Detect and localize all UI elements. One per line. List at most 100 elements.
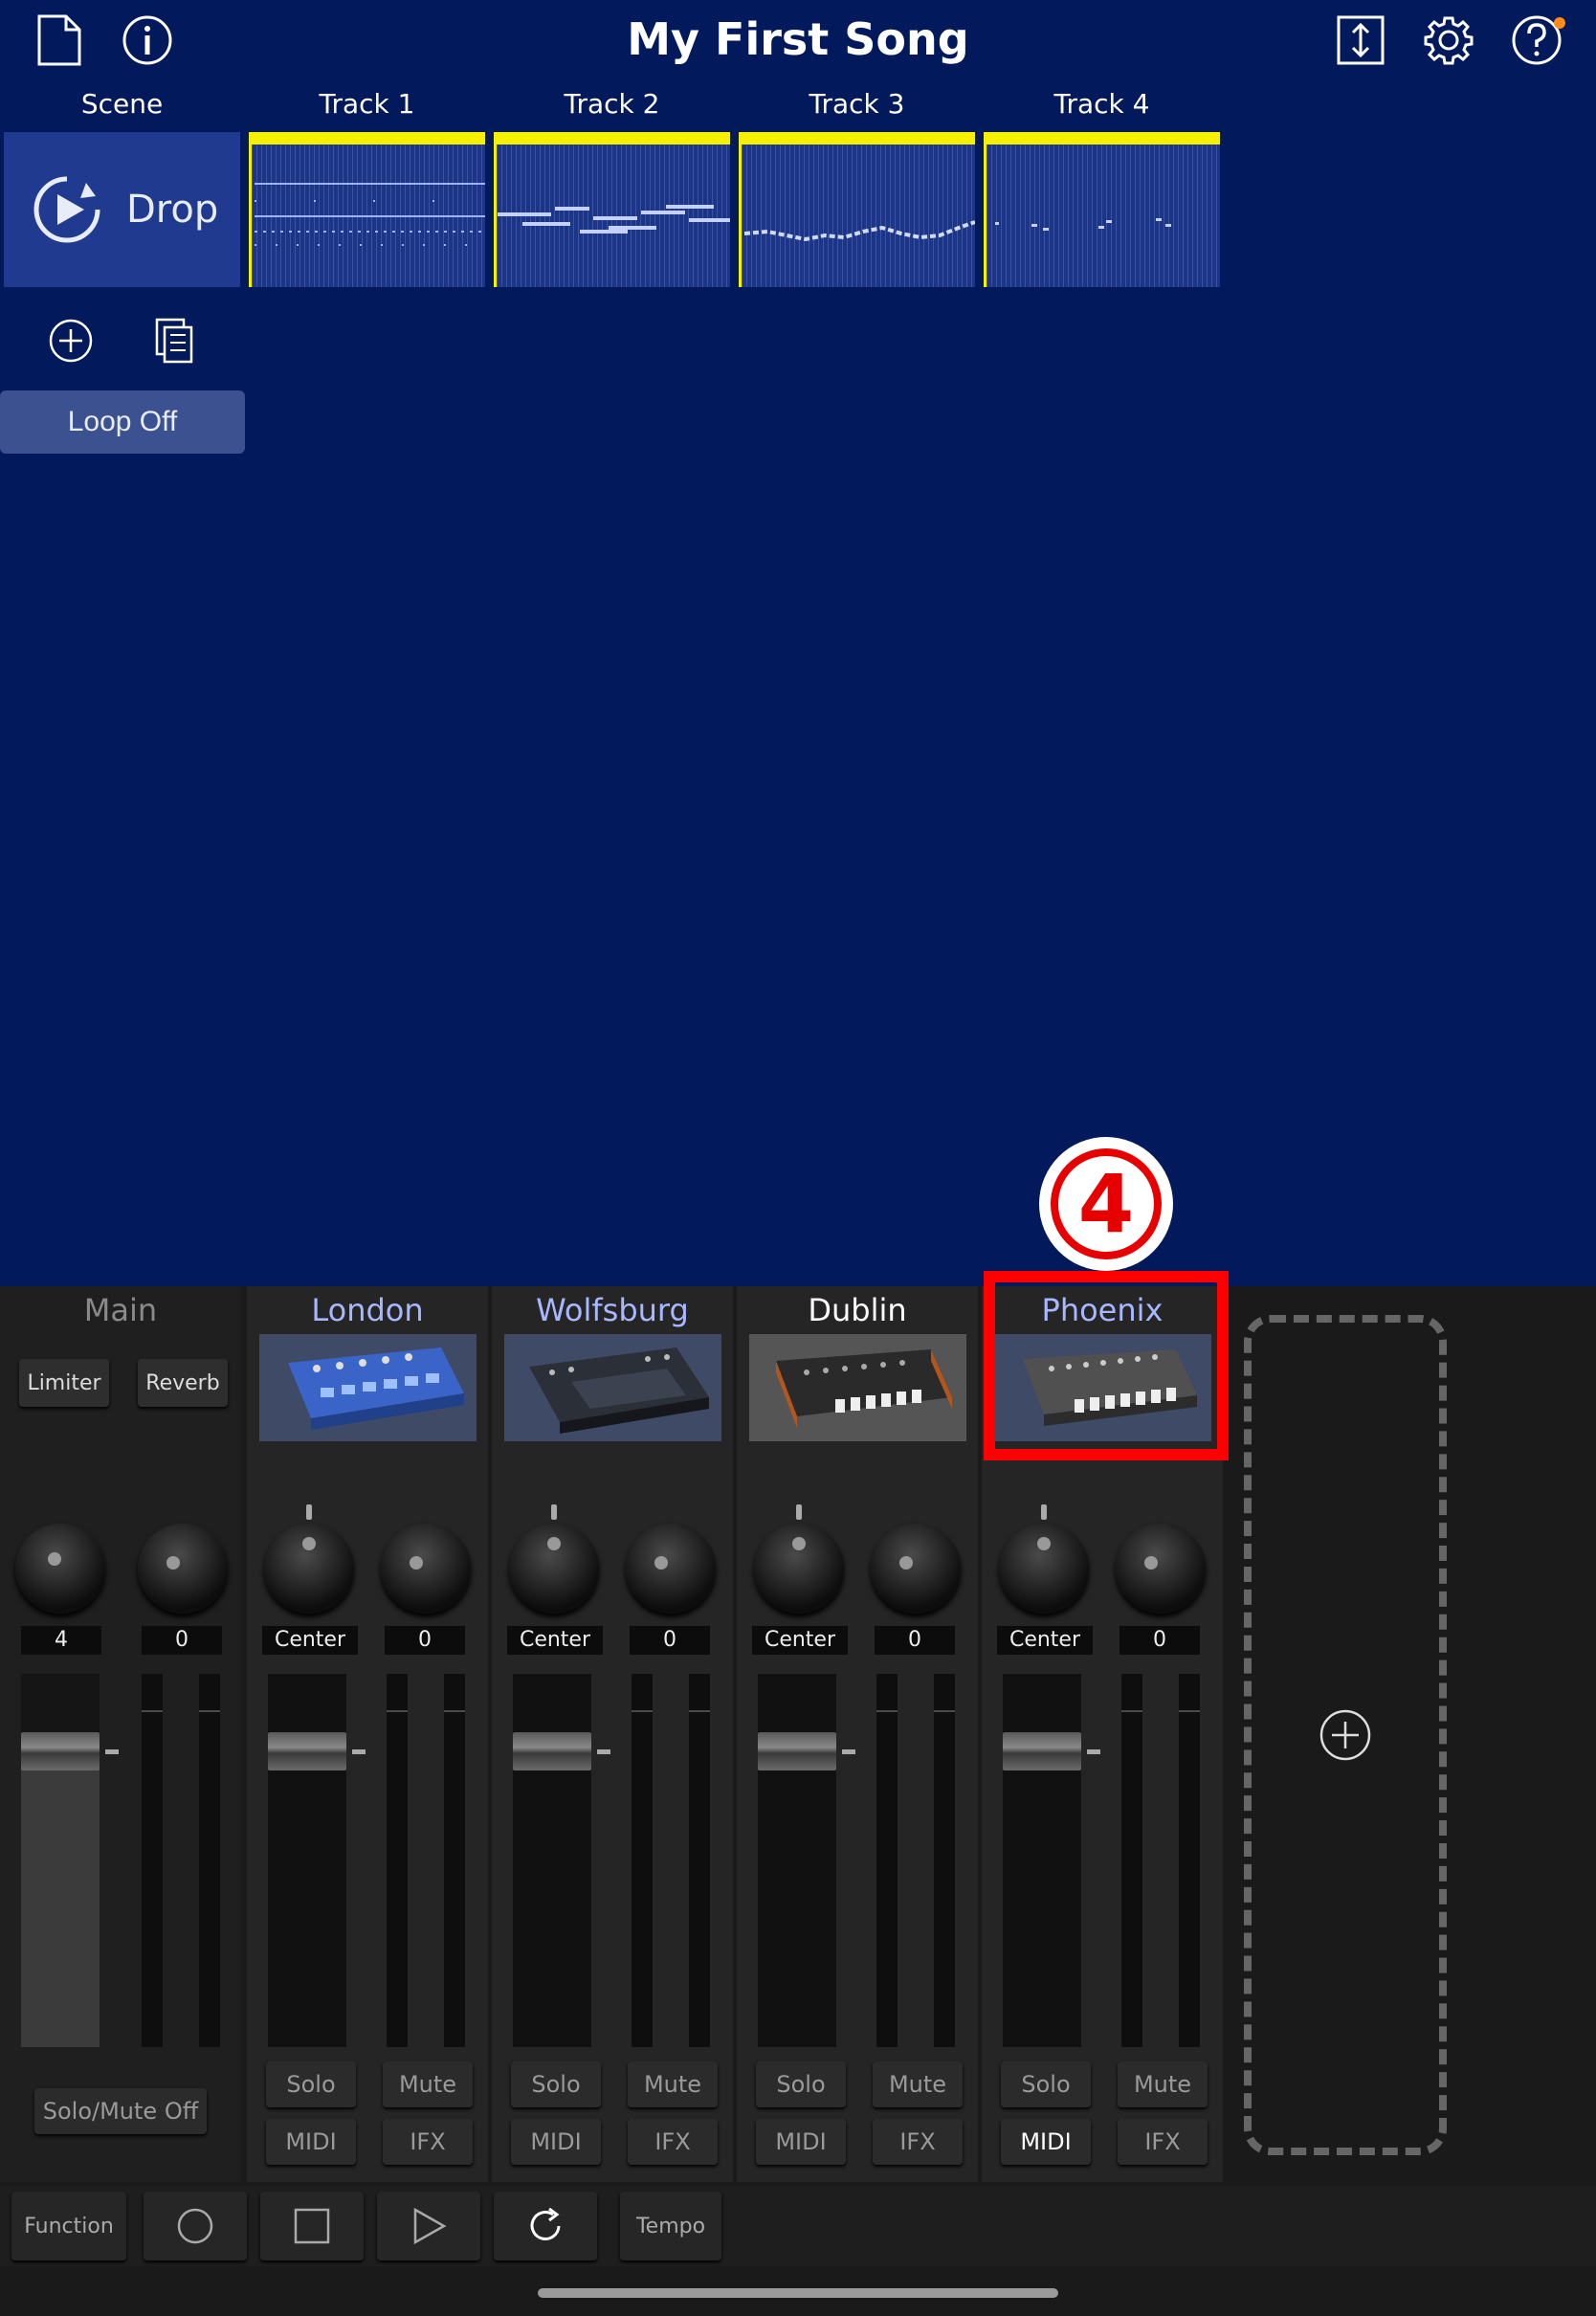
- fader-track-dublin[interactable]: [758, 1674, 836, 2047]
- loop-refresh-icon: [524, 2205, 566, 2247]
- import-export-icon[interactable]: [1334, 13, 1387, 67]
- pan-knob-london[interactable]: [264, 1524, 354, 1614]
- pan-knob-dublin[interactable]: [754, 1524, 844, 1614]
- mute-button-london[interactable]: Mute: [383, 2061, 473, 2107]
- clip-track-2[interactable]: [494, 132, 730, 287]
- midi-button-dublin[interactable]: MIDI: [756, 2119, 846, 2165]
- solo-button-london[interactable]: Solo: [266, 2061, 356, 2107]
- meter-left-london: [387, 1674, 408, 2047]
- ifx-button-dublin[interactable]: IFX: [873, 2119, 963, 2165]
- main-fader-notch: [105, 1749, 119, 1754]
- play-button[interactable]: [377, 2192, 480, 2260]
- play-icon: [410, 2207, 448, 2245]
- top-bar: My First Song: [0, 0, 1596, 88]
- add-track-slot[interactable]: [1244, 1315, 1447, 2155]
- step-number: 4: [1051, 1148, 1162, 1259]
- clip-track-4[interactable]: [984, 132, 1220, 287]
- main-meter-right: [199, 1674, 220, 2047]
- stop-button[interactable]: [260, 2192, 364, 2260]
- send-knob-phoenix[interactable]: [1116, 1524, 1206, 1614]
- meter-right-dublin: [934, 1674, 955, 2047]
- highlight-box: [984, 1271, 1229, 1460]
- fader-handle-phoenix[interactable]: [1003, 1732, 1081, 1770]
- main-value-1: 4: [21, 1626, 101, 1655]
- main-meter-left: [142, 1674, 163, 2047]
- midi-button-london[interactable]: MIDI: [266, 2119, 356, 2165]
- ifx-button-london[interactable]: IFX: [383, 2119, 473, 2165]
- reverb-button[interactable]: Reverb: [138, 1359, 228, 1407]
- mute-button-dublin[interactable]: Mute: [873, 2061, 963, 2107]
- send-knob-wolfsburg[interactable]: [626, 1524, 716, 1614]
- meter-right-wolfsburg: [689, 1674, 710, 2047]
- mute-button-wolfsburg[interactable]: Mute: [628, 2061, 718, 2107]
- notification-dot: [1554, 17, 1565, 29]
- pan-value-phoenix: Center: [997, 1626, 1093, 1655]
- pan-knob-wolfsburg[interactable]: [509, 1524, 599, 1614]
- strip-london: London Center 0 Solo Mute MIDI IFX: [247, 1286, 488, 2182]
- solo-button-dublin[interactable]: Solo: [756, 2061, 846, 2107]
- main-fader-track[interactable]: [21, 1674, 100, 2047]
- home-indicator[interactable]: [538, 2288, 1058, 2298]
- meter-right-london: [444, 1674, 465, 2047]
- add-track-icon[interactable]: [1319, 1708, 1372, 1762]
- synth-thumbnail-wolfsburg[interactable]: [504, 1334, 721, 1441]
- clip-track-1[interactable]: [249, 132, 485, 287]
- track-3-header[interactable]: Track 3: [739, 88, 975, 126]
- send-knob-london[interactable]: [381, 1524, 471, 1614]
- solo-button-wolfsburg[interactable]: Solo: [511, 2061, 601, 2107]
- strip-wolfsburg: Wolfsburg Center 0 Solo Mute MIDI IFX: [492, 1286, 733, 2182]
- send-value-phoenix: 0: [1119, 1626, 1200, 1655]
- stop-icon: [293, 2207, 331, 2245]
- fader-track-london[interactable]: [268, 1674, 346, 2047]
- send-value-london: 0: [385, 1626, 465, 1655]
- function-button[interactable]: Function: [11, 2192, 126, 2260]
- midi-button-phoenix[interactable]: MIDI: [1001, 2119, 1091, 2165]
- pan-knob-phoenix[interactable]: [999, 1524, 1089, 1614]
- meter-left-phoenix: [1121, 1674, 1142, 2047]
- main-strip: Main Limiter Reverb 4 0 Solo/Mute Off: [0, 1286, 241, 2182]
- strip-name-dublin[interactable]: Dublin: [737, 1292, 978, 1328]
- main-knob-2[interactable]: [138, 1524, 228, 1614]
- pan-value-dublin: Center: [752, 1626, 848, 1655]
- scene-play-icon[interactable]: [31, 173, 103, 246]
- record-button[interactable]: [144, 2192, 247, 2260]
- ifx-button-wolfsburg[interactable]: IFX: [628, 2119, 718, 2165]
- add-scene-icon[interactable]: [44, 314, 98, 367]
- synth-thumbnail-london[interactable]: [259, 1334, 477, 1441]
- track-2-header[interactable]: Track 2: [494, 88, 730, 126]
- main-knob-1[interactable]: [15, 1524, 105, 1614]
- synth-thumbnail-dublin[interactable]: [749, 1334, 966, 1441]
- ifx-button-phoenix[interactable]: IFX: [1118, 2119, 1208, 2165]
- loop-button[interactable]: Loop Off: [0, 390, 245, 454]
- tempo-button[interactable]: Tempo: [620, 2192, 721, 2260]
- fader-handle-wolfsburg[interactable]: [513, 1732, 591, 1770]
- scene-name: Drop: [126, 188, 219, 232]
- solo-button-phoenix[interactable]: Solo: [1001, 2061, 1091, 2107]
- main-value-2: 0: [142, 1626, 222, 1655]
- fader-handle-london[interactable]: [268, 1732, 346, 1770]
- clip-track-3[interactable]: [739, 132, 975, 287]
- mixer-panel: Main Limiter Reverb 4 0 Solo/Mute Off Lo…: [0, 1286, 1596, 2316]
- track-4-header[interactable]: Track 4: [984, 88, 1220, 126]
- meter-right-phoenix: [1179, 1674, 1200, 2047]
- send-knob-dublin[interactable]: [871, 1524, 961, 1614]
- mute-button-phoenix[interactable]: Mute: [1118, 2061, 1208, 2107]
- midi-button-wolfsburg[interactable]: MIDI: [511, 2119, 601, 2165]
- settings-gear-icon[interactable]: [1422, 13, 1475, 67]
- main-fader-handle[interactable]: [21, 1732, 100, 1770]
- main-strip-name: Main: [83, 1292, 158, 1328]
- scene-column-header: Scene: [80, 88, 164, 120]
- loop-toggle-button[interactable]: [494, 2192, 597, 2260]
- strip-name-london[interactable]: London: [247, 1292, 488, 1328]
- strip-name-wolfsburg[interactable]: Wolfsburg: [492, 1292, 733, 1328]
- fader-track-wolfsburg[interactable]: [513, 1674, 591, 2047]
- fader-track-phoenix[interactable]: [1003, 1674, 1081, 2047]
- limiter-button[interactable]: Limiter: [19, 1359, 109, 1407]
- duplicate-scene-icon[interactable]: [147, 314, 201, 367]
- track-1-header[interactable]: Track 1: [249, 88, 485, 126]
- step-badge: 4: [1039, 1137, 1173, 1271]
- fader-handle-dublin[interactable]: [758, 1732, 836, 1770]
- scene-drop[interactable]: Drop: [4, 132, 240, 287]
- solo-mute-off-button[interactable]: Solo/Mute Off: [34, 2088, 207, 2134]
- transport-bar: Function Tempo: [0, 2186, 1596, 2266]
